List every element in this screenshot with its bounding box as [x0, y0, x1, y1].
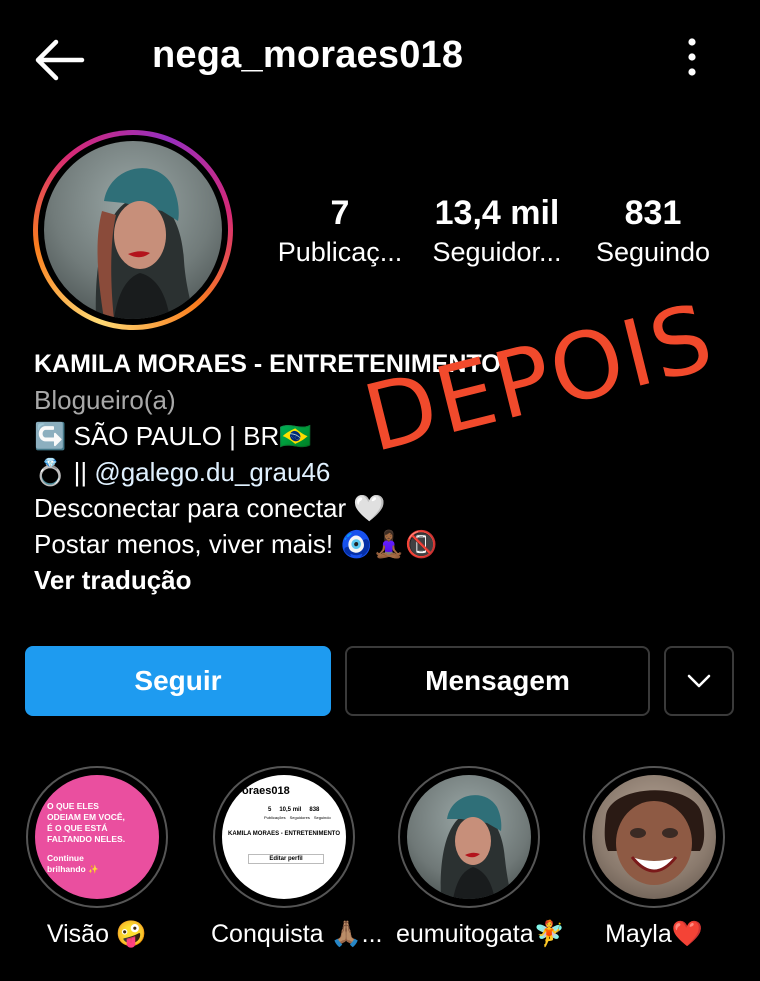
cover-username: oraes018	[242, 785, 290, 797]
cover-quote-line: ODEIAM EM VOCÊ,	[47, 812, 125, 822]
cover-stat-label: Publicações	[264, 815, 286, 820]
avatar-ring-gap	[38, 135, 228, 325]
cover-quote-line: O QUE ELES	[47, 801, 99, 811]
highlight-ring: O QUE ELES ODEIAM EM VOCÊ, É O QUE ESTÁ …	[26, 766, 168, 908]
follow-button[interactable]: Seguir	[25, 646, 331, 716]
profile-username: nega_moraes018	[152, 34, 464, 76]
highlight-label: Mayla❤️	[605, 920, 703, 948]
cover-quote-sub: Continue	[47, 853, 84, 863]
chevron-down-icon	[687, 674, 711, 688]
cover-stat: 10,5 mil	[279, 807, 302, 813]
posts-label: Publicaç...	[277, 237, 403, 267]
followers-label: Seguidor...	[432, 237, 562, 267]
cover-edit-profile: Editar perfil	[248, 854, 324, 864]
cover-quote-sub: brilhando ✨	[47, 864, 99, 874]
profile-photo	[44, 141, 222, 319]
highlight-ring: oraes018 5 10,5 mil 838 Publicações Segu…	[213, 766, 355, 908]
highlight-cover-quote: O QUE ELES ODEIAM EM VOCÊ, É O QUE ESTÁ …	[35, 775, 159, 899]
following-label: Seguindo	[595, 237, 711, 267]
cover-stat: 5	[268, 807, 272, 813]
followers-count: 13,4 mil	[434, 194, 560, 232]
avatar-story-ring[interactable]	[33, 130, 233, 330]
highlight-eumuitogata[interactable]: eumuitogata🧚	[396, 766, 565, 950]
arrow-left-icon[interactable]	[34, 38, 86, 82]
highlight-label: eumuitogata🧚	[396, 920, 565, 948]
highlight-cover-child-illustration	[604, 790, 705, 885]
top-bar: nega_moraes018	[0, 0, 760, 116]
highlight-mayla[interactable]: Mayla❤️	[581, 766, 727, 950]
translate-link[interactable]: Ver tradução	[34, 562, 734, 598]
bio-mention-link[interactable]: @galego.du_grau46	[94, 457, 330, 487]
highlight-visao[interactable]: O QUE ELES ODEIAM EM VOCÊ, É O QUE ESTÁ …	[24, 766, 170, 950]
highlight-cover-screenshot: oraes018 5 10,5 mil 838 Publicações Segu…	[222, 775, 346, 899]
cover-quote-line: É O QUE ESTÁ	[47, 823, 108, 833]
more-vertical-icon[interactable]	[676, 36, 708, 78]
following-stat[interactable]: 831 Seguindo	[588, 192, 718, 270]
cover-stat-labels: Publicações Seguidores Seguindo	[228, 814, 342, 822]
highlight-ring	[398, 766, 540, 908]
ring-emoji-prefix: 💍 ||	[34, 457, 95, 487]
cover-stat: 838	[309, 807, 320, 813]
cover-stat-label: Seguidores	[289, 815, 310, 820]
highlight-cover-child	[592, 775, 716, 899]
suggestions-dropdown-button[interactable]	[664, 646, 734, 716]
cover-stat-label: Seguindo	[313, 815, 331, 820]
message-button[interactable]: Mensagem	[345, 646, 650, 716]
posts-stat[interactable]: 7 Publicaç...	[272, 192, 408, 270]
following-count: 831	[624, 194, 682, 232]
cover-name: KAMILA MORAES - ENTRETENIMENTO	[228, 831, 340, 837]
highlight-label: Visão 🤪	[46, 920, 148, 948]
highlight-label: Conquista 🙏🏽...	[211, 920, 383, 948]
cover-stats: 5 10,5 mil 838	[228, 806, 342, 814]
highlight-cover-selfie-illustration	[440, 795, 511, 899]
posts-count: 7	[330, 194, 350, 232]
bio-quote-1: Desconectar para conectar 🤍	[34, 493, 386, 523]
highlight-cover-selfie	[407, 775, 531, 899]
profile-photo-illustration	[95, 168, 194, 319]
highlight-ring	[583, 766, 725, 908]
bio-quote-2: Postar menos, viver mais! 🧿🧘🏾‍♀️📵	[34, 529, 438, 559]
followers-stat[interactable]: 13,4 mil Seguidor...	[428, 192, 566, 270]
cover-quote-line: FALTANDO NELES.	[47, 834, 126, 844]
highlight-conquista[interactable]: oraes018 5 10,5 mil 838 Publicações Segu…	[211, 766, 383, 950]
